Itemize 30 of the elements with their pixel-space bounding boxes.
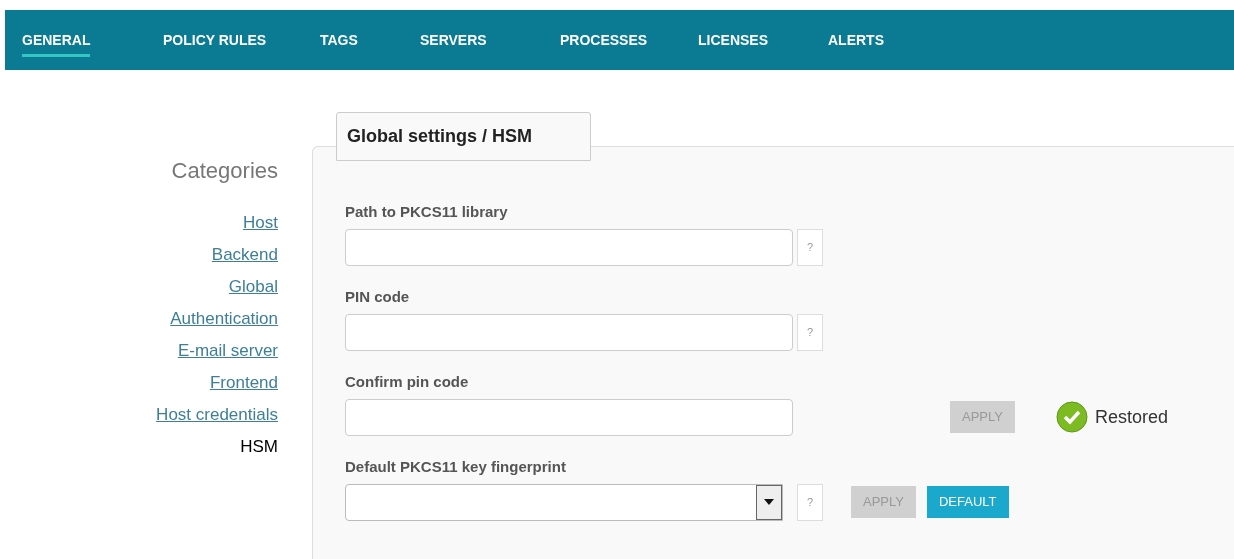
field-label: Path to PKCS11 library [345,202,509,222]
category-link[interactable]: Host credentials [156,399,278,431]
input-field[interactable] [345,313,793,351]
nav-tab[interactable]: ALERTS [828,23,884,57]
category-link[interactable]: HSM [240,431,278,463]
status-text: Restored [1094,405,1168,429]
field-label: PIN code [345,287,411,307]
nav-tab[interactable]: PROCESSES [560,23,648,57]
field-label: Default PKCS11 key fingerprint [345,457,567,477]
input-field[interactable] [345,398,793,436]
default-button[interactable]: DEFAULT [926,486,1009,518]
nav-tab[interactable]: SERVERS [420,23,487,57]
category-link[interactable]: Global [228,271,278,303]
input-field[interactable] [345,228,793,266]
help-button[interactable]: ? [797,483,823,521]
dropdown-field[interactable] [345,483,783,521]
nav-tab[interactable]: TAGS [320,23,358,57]
nav-tab[interactable]: POLICY RULES [163,23,267,57]
category-link[interactable]: Authentication [170,303,278,335]
nav-tab[interactable]: GENERAL [22,23,91,57]
sidebar-title: Categories [171,157,278,185]
category-link[interactable]: Frontend [209,367,278,399]
help-button[interactable]: ? [797,228,823,266]
panel-tab[interactable]: Global settings / HSM [336,112,591,161]
category-link[interactable]: Backend [211,239,278,271]
help-button[interactable]: ? [797,313,823,351]
category-link[interactable]: Host [243,207,278,239]
nav-tab[interactable]: LICENSES [698,23,768,57]
category-link[interactable]: E-mail server [177,335,278,367]
field-label: Confirm pin code [345,372,470,392]
